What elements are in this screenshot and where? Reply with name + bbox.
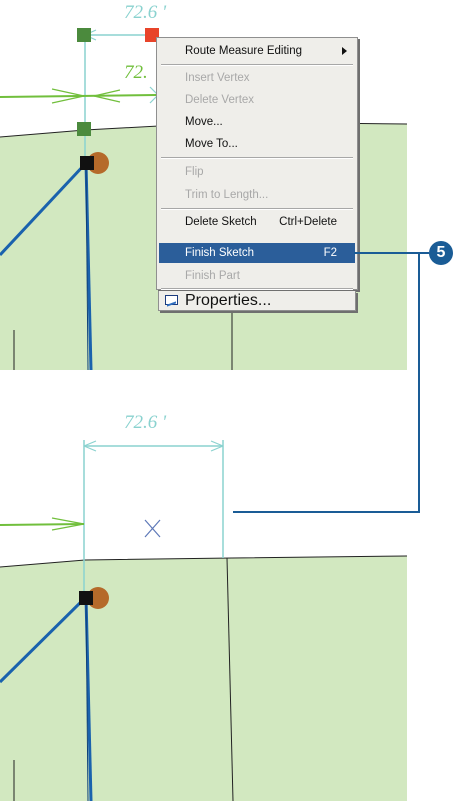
menu-item-delete-vertex: Delete Vertex <box>159 90 355 110</box>
menu-item-label: Finish Sketch <box>185 247 255 259</box>
measure-label: 72.6 ' <box>124 2 167 23</box>
direction-line <box>0 523 85 526</box>
menu-item-label: Move... <box>185 116 223 128</box>
sketch-vertex <box>77 28 91 42</box>
properties-icon <box>165 295 178 305</box>
menu-item-label: Properties... <box>185 292 272 309</box>
menu-item-delete-sketch[interactable]: Delete Sketch Ctrl+Delete <box>159 212 355 232</box>
direction-arrowhead <box>93 95 121 103</box>
measure-label: 72.6 ' <box>124 412 167 433</box>
menu-item-finish-part: Finish Part <box>159 266 355 286</box>
menu-item-label: Flip <box>185 166 204 178</box>
menu-item-shortcut: F2 <box>323 247 337 259</box>
menu-item-finish-sketch[interactable]: Finish Sketch F2 <box>159 243 355 263</box>
menu-item-properties[interactable]: Properties... <box>158 291 356 311</box>
menu-separator <box>161 157 353 159</box>
menu-separator <box>161 288 353 290</box>
map-canvas-after[interactable] <box>0 400 407 801</box>
menu-item-label: Finish Part <box>185 270 240 282</box>
menu-item-route-measure-editing[interactable]: Route Measure Editing <box>159 41 355 61</box>
submenu-arrow-icon <box>342 47 347 55</box>
direction-arrowhead <box>51 517 85 525</box>
menu-item-insert-vertex: Insert Vertex <box>159 68 355 88</box>
direction-measure-label: 72. <box>124 62 148 83</box>
menu-item-label: Route Measure Editing <box>185 45 302 57</box>
tutorial-figure: 72.6 ' 72. Route Measure Editing Insert … <box>0 0 453 801</box>
menu-separator <box>161 208 353 210</box>
menu-item-shortcut: Ctrl+Delete <box>279 216 337 228</box>
menu-separator <box>161 64 353 66</box>
sketch-vertex-endpoint <box>79 591 93 605</box>
parcel-polygon <box>0 556 407 801</box>
sketch-vertex <box>77 122 91 136</box>
step-number-badge: 5 <box>429 241 453 265</box>
menu-item-label: Delete Sketch <box>185 216 257 228</box>
menu-item-trim-to-length: Trim to Length... <box>159 185 355 205</box>
menu-item-move-to[interactable]: Move To... <box>159 134 355 154</box>
menu-item-label: Move To... <box>185 138 238 150</box>
menu-item-label: Trim to Length... <box>185 189 269 201</box>
menu-item-move[interactable]: Move... <box>159 112 355 132</box>
menu-item-label: Delete Vertex <box>185 94 255 106</box>
direction-arrowhead <box>51 88 85 97</box>
sketch-vertex-endpoint <box>80 156 94 170</box>
sketch-context-menu[interactable]: Route Measure Editing Insert Vertex Dele… <box>156 37 358 290</box>
map-view-after[interactable]: 72.6 ' <box>0 400 407 801</box>
menu-item-label: Insert Vertex <box>185 72 250 84</box>
menu-item-flip: Flip <box>159 162 355 182</box>
